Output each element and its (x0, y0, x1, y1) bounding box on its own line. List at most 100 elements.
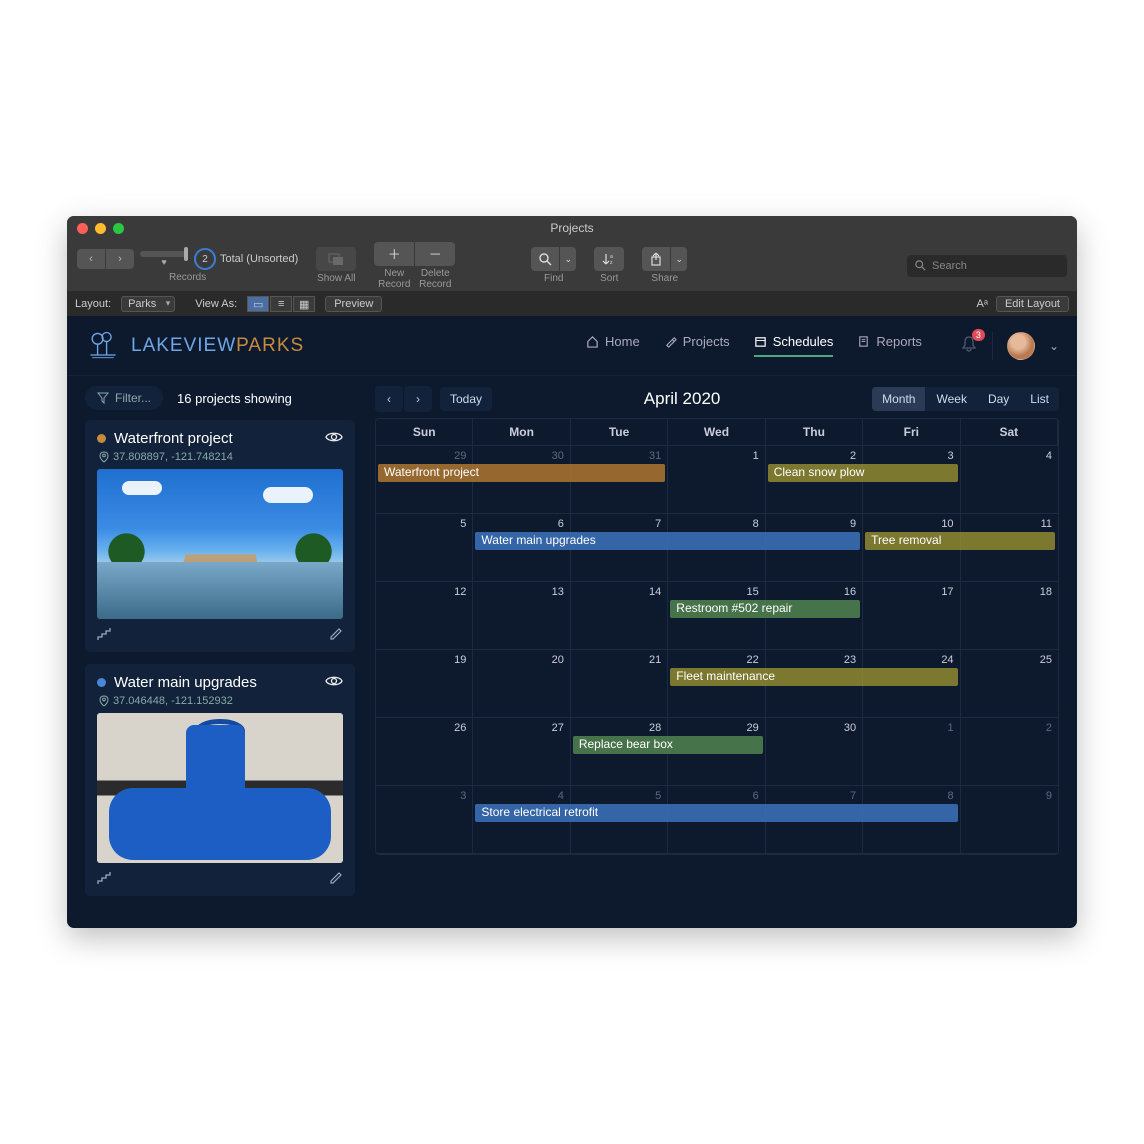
delete-record-label: Delete Record (415, 268, 455, 290)
calendar-event[interactable]: Restroom #502 repair (670, 600, 860, 618)
stairs-icon[interactable] (97, 871, 113, 888)
next-record-button[interactable]: › (106, 249, 134, 269)
calendar-cell[interactable]: 26 (376, 718, 473, 786)
nav-schedules[interactable]: Schedules (754, 334, 834, 357)
edit-layout-button[interactable]: Edit Layout (996, 296, 1069, 312)
today-button[interactable]: Today (440, 387, 492, 411)
day-number: 11 (1041, 518, 1052, 530)
calendar-cell[interactable]: 25 (961, 650, 1058, 718)
calendar-title: April 2020 (644, 389, 721, 409)
text-size-button[interactable]: Aᵃ (977, 298, 988, 310)
nav-reports[interactable]: Reports (857, 334, 922, 357)
project-coordinates: 37.046448, -121.152932 (113, 695, 233, 707)
project-card[interactable]: Water main upgrades 37.046448, -121.1529… (85, 664, 355, 896)
show-all-label: Show All (317, 273, 355, 284)
calendar-cell[interactable]: 22Fleet maintenance (668, 650, 765, 718)
filter-input[interactable]: Filter... (85, 386, 163, 410)
zoom-window-button[interactable] (113, 223, 124, 234)
calendar-cell[interactable]: 12 (376, 582, 473, 650)
close-window-button[interactable] (77, 223, 88, 234)
calendar-cell[interactable]: 4 (961, 446, 1058, 514)
calendar-cell[interactable]: 19 (376, 650, 473, 718)
calendar-cell[interactable]: 13 (473, 582, 570, 650)
view-mode-form[interactable]: ▭ (247, 296, 269, 312)
next-month-button[interactable]: › (404, 386, 432, 412)
calendar-event[interactable]: Waterfront project (378, 464, 665, 482)
calendar-cell[interactable]: 1 (668, 446, 765, 514)
calendar-cell[interactable]: 15Restroom #502 repair (668, 582, 765, 650)
show-all-button[interactable] (316, 247, 356, 271)
calendar-cell[interactable]: 3 (376, 786, 473, 854)
layout-label: Layout: (75, 298, 111, 310)
delete-record-button[interactable]: － (415, 242, 455, 266)
calendar-cell[interactable]: 18 (961, 582, 1058, 650)
preview-button[interactable]: Preview (325, 296, 382, 312)
calendar-view-week[interactable]: Week (926, 387, 976, 411)
calendar-cell[interactable]: 27 (473, 718, 570, 786)
nav-home[interactable]: Home (586, 334, 640, 357)
calendar-cell[interactable]: 29Waterfront project (376, 446, 473, 514)
calendar-cell[interactable]: 14 (571, 582, 668, 650)
project-image (97, 713, 343, 863)
day-number: 5 (655, 790, 661, 802)
day-number: 2 (850, 450, 856, 462)
layout-dropdown[interactable]: Parks (121, 296, 175, 312)
calendar-view-day[interactable]: Day (978, 387, 1019, 411)
hammer-icon (664, 335, 677, 348)
calendar-event[interactable]: Water main upgrades (475, 532, 860, 550)
calendar-cell[interactable]: 2Clean snow plow (766, 446, 863, 514)
visibility-toggle[interactable] (325, 674, 343, 691)
view-mode-list[interactable]: ≡ (270, 296, 292, 312)
user-avatar[interactable] (1007, 332, 1035, 360)
edit-icon[interactable] (329, 871, 343, 888)
calendar-cell[interactable]: 30 (766, 718, 863, 786)
share-button[interactable] (642, 247, 670, 271)
new-record-button[interactable]: ＋ (374, 242, 414, 266)
share-dropdown-button[interactable]: ⌄ (671, 247, 687, 271)
svg-text:z: z (610, 260, 613, 266)
find-button[interactable] (531, 247, 559, 271)
record-count-badge: 2 (194, 248, 216, 270)
calendar-cell[interactable]: 5 (376, 514, 473, 582)
calendar-cell[interactable]: 10Tree removal (863, 514, 960, 582)
sort-button[interactable]: az (594, 247, 624, 271)
calendar-event[interactable]: Replace bear box (573, 736, 763, 754)
calendar-cell[interactable]: 20 (473, 650, 570, 718)
project-card[interactable]: Waterfront project 37.808897, -121.74821… (85, 420, 355, 652)
prev-month-button[interactable]: ‹ (375, 386, 403, 412)
day-number: 31 (649, 450, 661, 462)
notifications-button[interactable]: 3 (960, 335, 978, 356)
calendar-cell[interactable]: 6Water main upgrades (473, 514, 570, 582)
edit-icon[interactable] (329, 627, 343, 644)
day-number: 18 (1040, 586, 1052, 598)
visibility-toggle[interactable] (325, 430, 343, 447)
calendar-cell[interactable]: 21 (571, 650, 668, 718)
calendar-cell[interactable]: 17 (863, 582, 960, 650)
eye-icon (325, 674, 343, 688)
document-icon (857, 335, 870, 348)
prev-record-button[interactable]: ‹ (77, 249, 105, 269)
calendar-cell[interactable]: 1 (863, 718, 960, 786)
titlebar: Projects (67, 216, 1077, 240)
user-menu-chevron[interactable]: ⌄ (1049, 339, 1059, 353)
calendar-cell[interactable]: 2 (961, 718, 1058, 786)
nav-projects[interactable]: Projects (664, 334, 730, 357)
calendar-event[interactable]: Fleet maintenance (670, 668, 957, 686)
day-number: 6 (558, 518, 564, 530)
stairs-icon[interactable] (97, 627, 113, 644)
calendar-event[interactable]: Store electrical retrofit (475, 804, 957, 822)
calendar-cell[interactable]: 4Store electrical retrofit (473, 786, 570, 854)
minimize-window-button[interactable] (95, 223, 106, 234)
calendar-cell[interactable]: 9 (961, 786, 1058, 854)
find-dropdown-button[interactable]: ⌄ (560, 247, 576, 271)
calendar-event[interactable]: Tree removal (865, 532, 1055, 550)
day-header: Sat (961, 419, 1058, 446)
view-mode-table[interactable]: ▦ (293, 296, 315, 312)
calendar-view-list[interactable]: List (1020, 387, 1059, 411)
calendar-event[interactable]: Clean snow plow (768, 464, 958, 482)
day-number: 20 (552, 654, 564, 666)
calendar-view-month[interactable]: Month (872, 387, 925, 411)
calendar-cell[interactable]: 28Replace bear box (571, 718, 668, 786)
record-slider[interactable] (140, 251, 188, 257)
toolbar-search-input[interactable]: Search (907, 255, 1067, 277)
